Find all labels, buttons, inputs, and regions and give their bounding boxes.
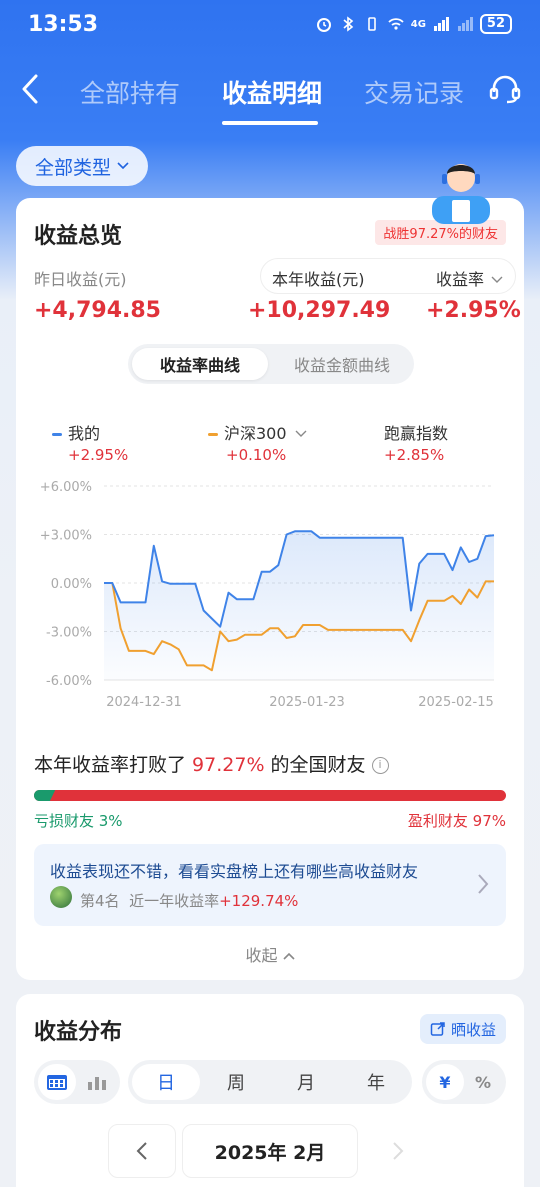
overview-title: 收益总览 <box>34 224 123 249</box>
y-tick-label: -3.00% <box>46 626 92 641</box>
profit-rate-chart: +6.00% +3.00% 0.00% -3.00% -6.00% 2024-12-31 2… <box>40 480 495 710</box>
back-arrow-icon[interactable] <box>16 72 46 106</box>
bluetooth-icon <box>343 16 354 32</box>
legend-mine-name: 我的 <box>68 424 101 443</box>
top-nav: 全部持有 收益明细 交易记录 <box>0 60 540 126</box>
period-month[interactable]: 月 <box>272 1064 340 1100</box>
legend-mine-swatch <box>52 433 62 436</box>
profit-distribution-card: 收益分布 晒收益 日 周 月 年 ¥ % 2025年 2月 <box>16 994 524 1187</box>
battery-indicator: 52 <box>479 14 512 34</box>
period-year[interactable]: 年 <box>342 1064 410 1100</box>
legend-index-value: +0.10% <box>226 446 287 464</box>
amount-curve-tab[interactable]: 收益金额曲线 <box>274 348 410 380</box>
info-icon[interactable]: i <box>371 757 389 774</box>
yesterday-profit-label: 昨日收益(元) <box>34 270 127 289</box>
profit-overview-card: 收益总览 战胜97.27%的财友 昨日收益(元) +4,794.85 本年收益(… <box>16 198 524 980</box>
share-icon <box>430 1022 445 1036</box>
status-time: 13:53 <box>28 12 99 37</box>
rate-curve-tab[interactable]: 收益率曲线 <box>132 348 268 380</box>
chevron-down-icon <box>117 162 129 170</box>
beat-ratio-bar <box>34 790 506 801</box>
distribution-title: 收益分布 <box>34 1020 123 1045</box>
yesterday-profit-value: +4,794.85 <box>34 298 161 323</box>
beat-percent: 97.27% <box>192 754 265 776</box>
collapse-button[interactable]: 收起 <box>16 942 524 966</box>
unit-percent[interactable]: % <box>464 1064 502 1100</box>
next-month-button[interactable] <box>364 1124 432 1178</box>
tab-trade-records[interactable]: 交易记录 <box>364 74 464 110</box>
share-label: 晒收益 <box>450 1020 496 1039</box>
beat-suffix: 的全国财友 <box>264 754 366 776</box>
promo-value: +129.74% <box>219 892 299 910</box>
legend-mine: 我的 <box>52 420 100 444</box>
legend-mine-value: +2.95% <box>68 446 129 464</box>
period-week[interactable]: 周 <box>202 1064 270 1100</box>
unit-toggle: ¥ % <box>422 1060 506 1104</box>
year-profit-value: +10,297.49 <box>248 298 391 323</box>
beat-prefix: 本年收益率打败了 <box>34 754 193 776</box>
vibrate-icon <box>367 17 376 31</box>
legend-index-selector[interactable]: 沪深300 <box>208 420 307 444</box>
calendar-icon <box>47 1075 67 1090</box>
period-day[interactable]: 日 <box>132 1064 200 1100</box>
y-tick-label: -6.00% <box>46 674 92 689</box>
promo-rank: 第4名 <box>80 892 120 910</box>
tab-profit-details[interactable]: 收益明细 <box>222 74 322 110</box>
status-icons: 4G 52 <box>315 14 512 34</box>
legend-index-name: 沪深300 <box>224 424 287 443</box>
chevron-right-icon <box>393 1142 404 1160</box>
share-profit-button[interactable]: 晒收益 <box>419 1014 506 1044</box>
y-tick-label: +6.00% <box>40 480 92 495</box>
collapse-label: 收起 <box>245 946 278 965</box>
signal-icon <box>433 17 449 31</box>
rate-value: +2.95% <box>426 298 521 323</box>
promo-desc: 近一年收益率 <box>129 892 220 910</box>
loss-segment <box>34 790 56 801</box>
bar-view-button[interactable] <box>78 1064 116 1100</box>
month-label: 2025年 2月 <box>182 1124 358 1178</box>
leaderboard-promo[interactable]: 收益表现还不错，看看实盘榜上还有哪些高收益财友 第4名 近一年收益率+129.7… <box>34 844 506 926</box>
chevron-down-icon <box>295 430 307 437</box>
prev-month-button[interactable] <box>108 1124 176 1178</box>
customer-service-icon[interactable] <box>488 72 522 106</box>
chevron-left-icon <box>136 1142 147 1160</box>
promo-title: 收益表现还不错，看看实盘榜上还有哪些高收益财友 <box>50 862 419 881</box>
type-filter-dropdown[interactable]: 全部类型 <box>16 146 148 186</box>
alarm-icon <box>316 18 331 32</box>
type-filter-label: 全部类型 <box>34 156 111 179</box>
view-mode-toggle <box>34 1060 120 1104</box>
unit-yuan[interactable]: ¥ <box>426 1064 464 1100</box>
network-type-label: 4G <box>410 18 426 30</box>
legend-index-swatch <box>208 433 218 436</box>
bar-chart-icon <box>88 1077 106 1090</box>
curve-toggle: 收益率曲线 收益金额曲线 <box>128 344 414 384</box>
x-tick-label: 2025-01-23 <box>269 695 345 710</box>
wifi-icon <box>388 18 404 30</box>
rate-label-text: 收益率 <box>436 270 485 289</box>
year-profit-label: 本年收益(元) <box>272 270 365 289</box>
x-tick-label: 2025-02-15 <box>418 695 494 710</box>
legend-outperform: 跑赢指数 <box>384 420 448 444</box>
y-tick-label: 0.00% <box>51 577 92 592</box>
chevron-down-icon <box>491 276 503 283</box>
legend-outperform-value: +2.85% <box>384 446 445 464</box>
legend-outperform-name: 跑赢指数 <box>384 424 449 443</box>
promo-detail: 第4名 近一年收益率+129.74% <box>80 890 298 911</box>
active-tab-underline <box>222 121 318 125</box>
beat-statement: 本年收益率打败了 97.27% 的全国财友 i <box>34 750 389 777</box>
signal-weak-icon <box>457 17 473 31</box>
y-tick-label: +3.00% <box>40 529 92 544</box>
x-tick-label: 2024-12-31 <box>106 695 182 710</box>
chevron-up-icon <box>282 952 295 960</box>
avatar <box>50 886 72 908</box>
rate-label[interactable]: 收益率 <box>436 266 503 290</box>
tab-all-holdings[interactable]: 全部持有 <box>80 74 180 110</box>
mascot-illustration <box>432 164 490 224</box>
calendar-view-button[interactable] <box>38 1064 76 1100</box>
loss-label: 亏损财友 3% <box>34 812 123 830</box>
status-bar: 13:53 4G 52 <box>0 0 540 56</box>
profit-label: 盈利财友 97% <box>407 812 506 830</box>
chevron-right-icon <box>478 874 489 894</box>
period-toggle: 日 周 月 年 <box>128 1060 412 1104</box>
